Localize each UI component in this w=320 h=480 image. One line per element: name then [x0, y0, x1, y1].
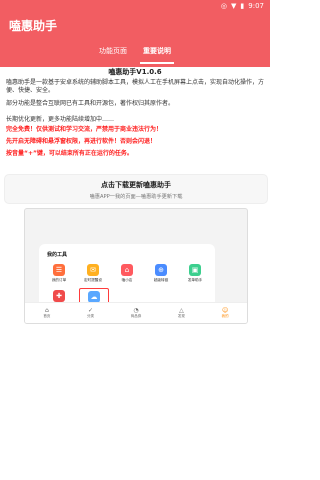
download-update-button[interactable]: 点击下载更新嗑惠助手 嗑惠APP一我的页面—嗑惠助手更新下载 — [4, 174, 268, 204]
gift-icon: ✉ — [87, 264, 99, 276]
status-bar: ◎ ▼ ▮ 9:07 — [221, 2, 264, 10]
tool-link: ⊕ 超级转链 — [147, 264, 175, 283]
gps-icon: ◎ — [220, 2, 228, 10]
coupon-icon: ◔ — [133, 307, 139, 314]
update-paragraph: 长期优化更新，更多功能陆续增加中…… — [6, 116, 115, 123]
nav-coupon: ◔ 商品券 — [130, 307, 142, 318]
tool-label: 嗑小店 — [121, 278, 133, 282]
tool-label: 我的订单 — [51, 278, 67, 282]
status-time: 9:07 — [248, 2, 264, 10]
download-button-label: 点击下载更新嗑惠助手 — [101, 181, 171, 189]
category-icon: ✓ — [88, 307, 94, 314]
tool-post: ▣ 发单助手 — [181, 264, 209, 283]
nav-me: ☺ 我的 — [221, 307, 229, 318]
shop-icon: ⌂ — [121, 264, 133, 276]
battery-icon: ▮ — [240, 2, 245, 10]
tool-shop: ⌂ 嗑小店 — [113, 264, 141, 283]
image-icon: ▣ — [189, 264, 201, 276]
tools-title: 我的工具 — [47, 252, 68, 258]
app-header: ◎ ▼ ▮ 9:07 嗑惠助手 功能页面 重要说明 — [0, 0, 270, 67]
nav-home: ⌂ 首页 — [43, 307, 51, 318]
tool-label: 定时提醒设 — [84, 278, 102, 282]
order-icon: ☰ — [53, 264, 65, 276]
notice-permissions: 先开启无障碍和悬浮窗权限，再进行软件！否则会闪退！ — [6, 138, 157, 145]
tab-features[interactable]: 功能页面 — [99, 44, 127, 66]
copyright-paragraph: 部分功能是整合互联网已有工具和开源包，著作权归其原作者。 — [6, 100, 175, 107]
tool-timer: ✉ 定时提醒设 — [79, 264, 107, 283]
app-version: 嗑惠助手V1.0.6 — [108, 68, 162, 76]
tool-label: 超级转链 — [153, 278, 169, 282]
tab-bar: 功能页面 重要说明 — [0, 44, 270, 66]
user-icon: ☺ — [221, 307, 229, 314]
nav-category: ✓ 分类 — [87, 307, 95, 318]
download-button-sub: 嗑惠APP一我的页面—嗑惠助手更新下载 — [89, 194, 183, 200]
tool-my-orders: ☰ 我的订单 — [45, 264, 73, 283]
app-preview-screenshot: 我的工具 ☰ 我的订单 ✉ 定时提醒设 ⌂ 嗑小店 ⊕ 超级转链 ▣ 发单助手 … — [24, 208, 248, 324]
notice-volume-key: 按音量“+”键，可以结束所有正在运行的任务。 — [6, 150, 133, 157]
home-icon: ⌂ — [44, 307, 49, 314]
tool-label: 发单助手 — [187, 278, 203, 282]
intro-paragraph: 嗑惠助手是一款基于安卓系统的辅助脚本工具，模拟人工在手机屏幕上点击，实现自动化操… — [6, 79, 265, 94]
link-icon: ⊕ — [155, 264, 167, 276]
tab-important-notes[interactable]: 重要说明 — [140, 44, 174, 66]
wifi-icon: ▼ — [231, 2, 237, 10]
discover-icon: △ — [179, 307, 184, 314]
nav-discover: △ 发现 — [177, 307, 185, 318]
redpacket-icon: ✚ — [53, 290, 65, 302]
preview-bottom-nav: ⌂ 首页 ✓ 分类 ◔ 商品券 △ 发现 ☺ 我的 — [25, 302, 247, 323]
notice-free: 完全免费！仅供测试和学习交流，严禁用于商业违法行为！ — [6, 126, 163, 133]
page-title: 嗑惠助手 — [9, 19, 58, 33]
